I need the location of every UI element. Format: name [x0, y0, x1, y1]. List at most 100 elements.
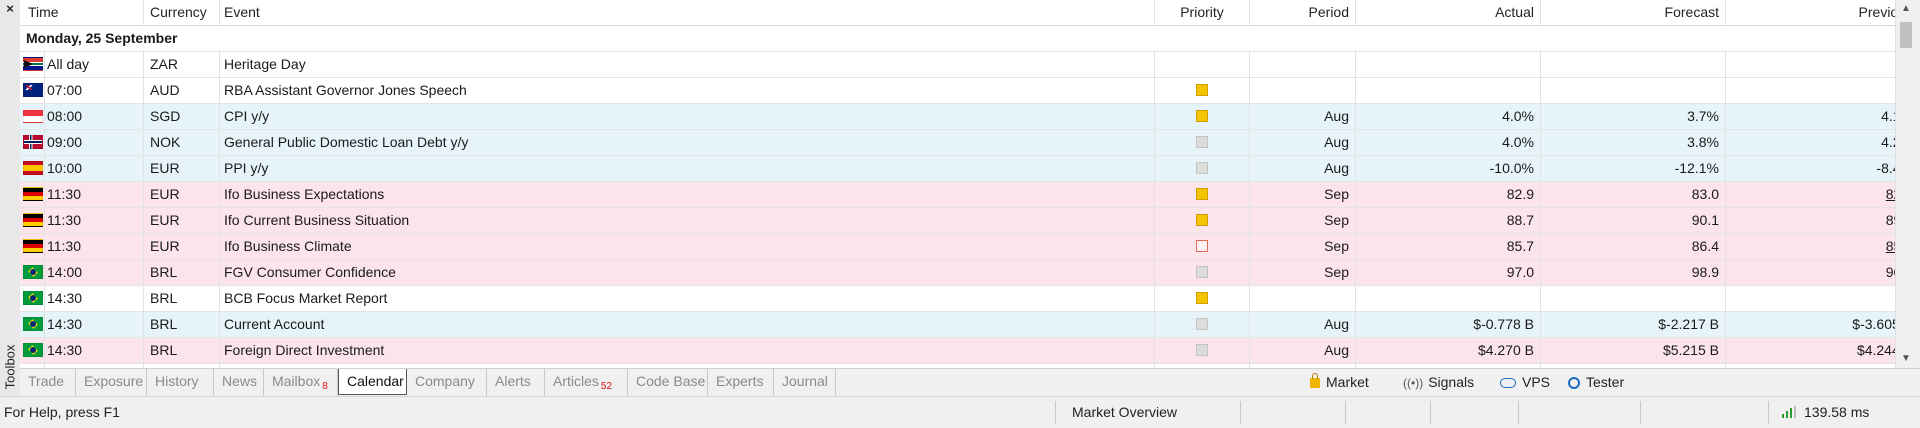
tester-button[interactable]: Tester [1568, 369, 1624, 396]
scroll-up-icon[interactable]: ▲ [1896, 0, 1916, 18]
event-forecast: $5.215 B [1541, 338, 1726, 363]
priority-yellow-icon [1196, 84, 1208, 96]
toolbox-label[interactable]: Toolbox [1, 340, 19, 394]
event-row[interactable]: 07:00 AUD RBA Assistant Governor Jones Spe… [20, 78, 1895, 104]
flag-cell [20, 104, 45, 129]
tab-experts[interactable]: Experts [708, 369, 774, 396]
event-forecast [1541, 52, 1726, 77]
status-bar: For Help, press F1 Market Overview 139.5… [0, 396, 1920, 428]
event-actual: 4.0% [1356, 130, 1541, 155]
close-icon[interactable]: × [3, 2, 17, 16]
tab-journal[interactable]: Journal [774, 369, 836, 396]
brazil-flag-icon [23, 317, 43, 331]
market-button[interactable]: Market [1310, 369, 1369, 396]
event-previous [1726, 78, 1895, 103]
event-name: Current Account [220, 312, 1155, 337]
status-separator [1345, 401, 1346, 424]
header-currency[interactable]: Currency [144, 0, 220, 25]
header-actual[interactable]: Actual [1356, 0, 1541, 25]
event-row[interactable]: 14:30 BRL BCB Focus Market Report [20, 286, 1895, 312]
event-currency: ZAR [144, 52, 220, 77]
tab-code-base[interactable]: Code Base [628, 369, 708, 396]
day-group-header[interactable]: Monday, 25 September [20, 26, 1895, 52]
event-previous [1726, 286, 1895, 311]
event-priority [1155, 130, 1250, 155]
tab-trade[interactable]: Trade [20, 369, 76, 396]
event-priority [1155, 234, 1250, 259]
event-actual: 82.9 [1356, 182, 1541, 207]
germany-flag-icon [23, 239, 43, 253]
priority-yellow-icon [1196, 110, 1208, 122]
header-priority[interactable]: Priority [1155, 0, 1250, 25]
brazil-flag-icon [23, 291, 43, 305]
event-previous [1726, 52, 1895, 77]
event-priority [1155, 78, 1250, 103]
tab-label: Trade [28, 373, 65, 389]
bag-icon [1310, 373, 1320, 388]
event-row[interactable]: 14:30 BRL Foreign Direct Investment Aug $4.2… [20, 338, 1895, 364]
event-priority [1155, 104, 1250, 129]
brazil-flag-icon [23, 265, 43, 279]
event-currency: BRL [144, 260, 220, 285]
header-period[interactable]: Period [1250, 0, 1356, 25]
tab-mailbox[interactable]: Mailbox 8 [264, 369, 338, 396]
event-actual [1356, 78, 1541, 103]
vertical-scrollbar[interactable]: ▲ ▼ [1895, 0, 1916, 368]
header-event[interactable]: Event [220, 0, 1155, 25]
tab-label: Exposure [84, 373, 144, 389]
event-row[interactable]: 11:30 EUR Ifo Business Climate Sep 85.7 86.4 8… [20, 234, 1895, 260]
tab-articles[interactable]: Articles 52 [545, 369, 628, 396]
event-row[interactable]: 11:30 EUR Ifo Business Expectations Sep 82.9… [20, 182, 1895, 208]
market-overview-status[interactable]: Market Overview [1072, 397, 1177, 428]
event-time: All day [45, 52, 144, 77]
event-period: Aug [1250, 338, 1356, 363]
priority-grey-icon [1196, 162, 1208, 174]
event-time: 14:00 [45, 260, 144, 285]
signals-button[interactable]: ((•)) Signals [1403, 369, 1474, 396]
event-priority [1155, 338, 1250, 363]
event-row[interactable]: 09:00 NOK General Public Domestic Loan Deb… [20, 130, 1895, 156]
header-previous[interactable]: Previous [1726, 0, 1895, 25]
tab-calendar[interactable]: Calendar [338, 369, 407, 395]
event-row[interactable]: 08:00SGDCPI y/y Aug4.0%3.7%4.1% [20, 104, 1895, 130]
event-currency: BRL [144, 286, 220, 311]
event-name: Ifo Business Expectations [220, 182, 1155, 207]
scroll-down-icon[interactable]: ▼ [1896, 350, 1916, 368]
tab-alerts[interactable]: Alerts [487, 369, 545, 396]
event-forecast: $-2.217 B [1541, 312, 1726, 337]
tab-label: Code Base [636, 373, 706, 389]
event-time: 14:30 [45, 312, 144, 337]
event-row[interactable]: 14:00 BRL FGV Consumer Confidence Sep 97.0 98… [20, 260, 1895, 286]
flag-cell [20, 208, 45, 233]
event-row[interactable]: All day ZAR Heritage Day [20, 52, 1895, 78]
event-row[interactable]: 14:30 BRL Current Account Aug $-0.778 B $-2.2… [20, 312, 1895, 338]
vps-button[interactable]: VPS [1500, 369, 1550, 396]
event-row[interactable]: 11:30 EUR Ifo Current Business Situation Se… [20, 208, 1895, 234]
event-previous: 82.7 [1726, 182, 1895, 207]
tab-exposure[interactable]: Exposure [76, 369, 147, 396]
event-previous: $-3.605 B [1726, 312, 1895, 337]
norway-flag-icon [23, 135, 43, 149]
flag-cell [20, 286, 45, 311]
event-currency: AUD [144, 78, 220, 103]
scroll-thumb[interactable] [1900, 22, 1912, 48]
tab-company[interactable]: Company [407, 369, 487, 396]
cloud-icon [1500, 378, 1516, 388]
calendar-header-row: Time Currency Event Priority Period Actu… [20, 0, 1895, 26]
connection-status[interactable]: 139.58 ms [1782, 397, 1869, 428]
tester-icon [1568, 377, 1580, 389]
event-time: 08:00 [45, 104, 144, 129]
event-row[interactable]: 10:00EURPPI y/y Aug-10.0%-12.1%-8.4% [20, 156, 1895, 182]
event-currency: EUR [144, 156, 220, 181]
germany-flag-icon [23, 213, 43, 227]
event-currency: EUR [144, 208, 220, 233]
tab-history[interactable]: History [147, 369, 214, 396]
priority-yellow-icon [1196, 188, 1208, 200]
header-forecast[interactable]: Forecast [1541, 0, 1726, 25]
header-time[interactable]: Time [20, 0, 144, 25]
event-period: Aug [1250, 130, 1356, 155]
tab-news[interactable]: News [214, 369, 264, 396]
tab-label: Calendar [347, 373, 404, 389]
status-separator [1518, 401, 1519, 424]
priority-high-icon [1196, 240, 1208, 252]
